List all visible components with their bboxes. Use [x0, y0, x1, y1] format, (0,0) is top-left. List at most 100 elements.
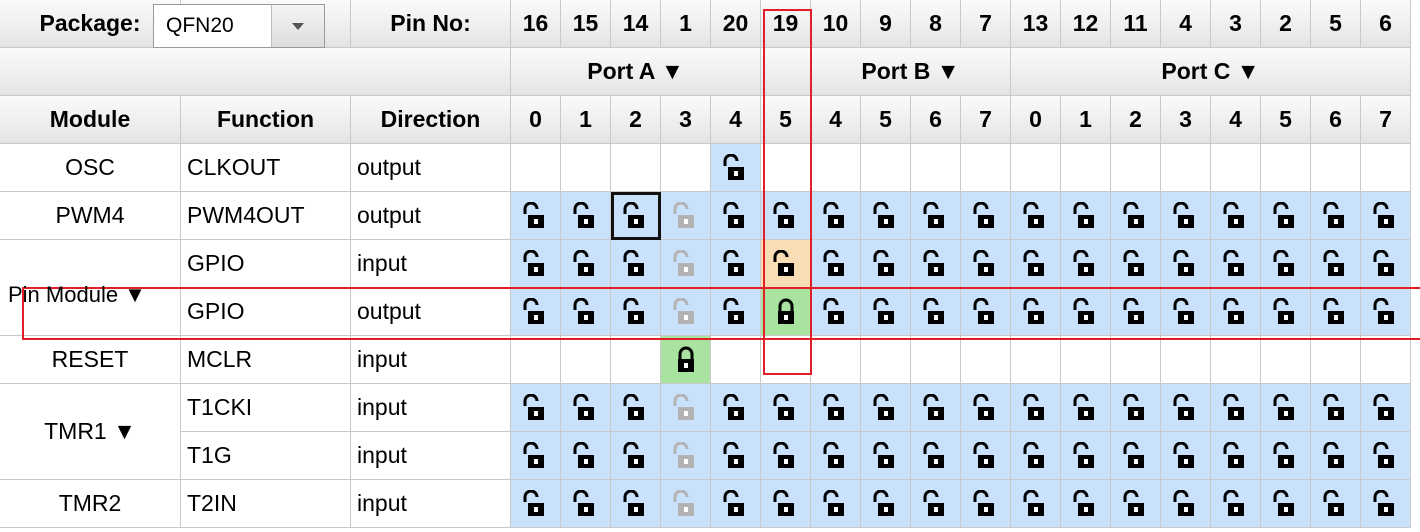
pin-lock-toggle[interactable]: [861, 384, 911, 432]
pin-lock-toggle[interactable]: [1161, 384, 1211, 432]
port-c-header[interactable]: Port C ▼: [1011, 48, 1411, 96]
pin-lock-toggle[interactable]: [561, 240, 611, 288]
pin-lock-toggle[interactable]: [761, 432, 811, 480]
pin-lock-toggle[interactable]: [811, 384, 861, 432]
package-dropdown-button[interactable]: [272, 5, 324, 47]
pin-lock-toggle[interactable]: [911, 432, 961, 480]
pin-module-group-label[interactable]: Pin Module ▼: [8, 282, 146, 308]
pin-lock-toggle[interactable]: [1011, 192, 1061, 240]
pin-lock-toggle[interactable]: [561, 192, 611, 240]
pin-lock-toggle[interactable]: [1161, 192, 1211, 240]
pin-lock-toggle[interactable]: [1111, 288, 1161, 336]
pin-lock-toggle[interactable]: [711, 480, 761, 528]
pin-lock-toggle[interactable]: [1211, 432, 1261, 480]
pin-lock-toggle[interactable]: [661, 432, 711, 480]
pin-lock-toggle[interactable]: [1311, 288, 1361, 336]
pin-lock-toggle[interactable]: [1311, 384, 1361, 432]
pin-lock-toggle[interactable]: [761, 192, 811, 240]
pin-lock-toggle[interactable]: [761, 240, 811, 288]
pin-lock-toggle[interactable]: [611, 192, 661, 240]
pin-lock-toggle[interactable]: [911, 288, 961, 336]
pin-lock-toggle[interactable]: [961, 480, 1011, 528]
pin-lock-toggle[interactable]: [811, 192, 861, 240]
pin-lock-toggle[interactable]: [861, 288, 911, 336]
pin-lock-toggle[interactable]: [1061, 480, 1111, 528]
pin-lock-toggle[interactable]: [1111, 240, 1161, 288]
pin-lock-toggle[interactable]: [1261, 480, 1311, 528]
pin-lock-toggle[interactable]: [611, 288, 661, 336]
pin-lock-toggle[interactable]: [911, 240, 961, 288]
port-b-header[interactable]: Port B ▼: [811, 48, 1011, 96]
pin-lock-toggle[interactable]: [1011, 480, 1061, 528]
pin-lock-toggle[interactable]: [1311, 240, 1361, 288]
pin-lock-toggle[interactable]: [511, 288, 561, 336]
pin-lock-toggle[interactable]: [711, 240, 761, 288]
pin-lock-toggle[interactable]: [711, 144, 761, 192]
pin-lock-toggle[interactable]: [911, 480, 961, 528]
port-a-header[interactable]: Port A ▼: [511, 48, 761, 96]
pin-lock-toggle[interactable]: [611, 240, 661, 288]
pin-lock-toggle[interactable]: [511, 384, 561, 432]
pin-lock-toggle[interactable]: [1211, 384, 1261, 432]
pin-lock-toggle[interactable]: [511, 240, 561, 288]
pin-lock-toggle[interactable]: [561, 384, 611, 432]
pin-lock-toggle[interactable]: [961, 432, 1011, 480]
pin-lock-toggle[interactable]: [1261, 240, 1311, 288]
pin-lock-toggle[interactable]: [911, 192, 961, 240]
pin-lock-toggle[interactable]: [661, 192, 711, 240]
pin-lock-toggle[interactable]: [1161, 288, 1211, 336]
pin-lock-toggle[interactable]: [1211, 192, 1261, 240]
pin-lock-toggle[interactable]: [711, 384, 761, 432]
pin-lock-toggle[interactable]: [561, 288, 611, 336]
pin-lock-toggle[interactable]: [1011, 240, 1061, 288]
pin-lock-toggle[interactable]: [1211, 480, 1261, 528]
pin-lock-toggle[interactable]: [511, 192, 561, 240]
pin-lock-toggle[interactable]: [811, 432, 861, 480]
pin-lock-toggle[interactable]: [1161, 240, 1211, 288]
pin-lock-toggle[interactable]: [1161, 432, 1211, 480]
pin-lock-toggle[interactable]: [1061, 192, 1111, 240]
pin-lock-toggle[interactable]: [661, 384, 711, 432]
pin-lock-toggle[interactable]: [1361, 384, 1411, 432]
pin-lock-toggle[interactable]: [1061, 432, 1111, 480]
pin-lock-toggle[interactable]: [1311, 192, 1361, 240]
pin-lock-toggle[interactable]: [661, 480, 711, 528]
pin-lock-toggle[interactable]: [761, 480, 811, 528]
pin-lock-toggle[interactable]: [511, 432, 561, 480]
pin-lock-toggle[interactable]: [1061, 240, 1111, 288]
pin-lock-toggle[interactable]: [861, 192, 911, 240]
pin-lock-toggle[interactable]: [1061, 288, 1111, 336]
pin-lock-toggle[interactable]: [661, 288, 711, 336]
pin-lock-toggle[interactable]: [1111, 384, 1161, 432]
pin-lock-toggle[interactable]: [761, 288, 811, 336]
pin-lock-toggle[interactable]: [661, 240, 711, 288]
pin-lock-toggle[interactable]: [561, 432, 611, 480]
pin-lock-toggle[interactable]: [1211, 240, 1261, 288]
pin-lock-toggle[interactable]: [1261, 288, 1311, 336]
pin-lock-toggle[interactable]: [861, 480, 911, 528]
pin-lock-toggle[interactable]: [961, 192, 1011, 240]
pin-lock-toggle[interactable]: [861, 432, 911, 480]
pin-lock-toggle[interactable]: [561, 480, 611, 528]
pin-lock-toggle[interactable]: [1361, 432, 1411, 480]
pin-lock-toggle[interactable]: [911, 384, 961, 432]
pin-lock-toggle[interactable]: [1111, 480, 1161, 528]
pin-lock-toggle[interactable]: [1261, 432, 1311, 480]
pin-lock-toggle[interactable]: [861, 240, 911, 288]
pin-lock-toggle[interactable]: [611, 384, 661, 432]
pin-lock-toggle[interactable]: [811, 240, 861, 288]
pin-lock-toggle[interactable]: [1311, 480, 1361, 528]
pin-lock-toggle[interactable]: [611, 432, 661, 480]
pin-lock-toggle[interactable]: [1061, 384, 1111, 432]
pin-lock-toggle[interactable]: [1111, 192, 1161, 240]
pin-lock-toggle[interactable]: [1111, 432, 1161, 480]
pin-lock-toggle[interactable]: [1361, 288, 1411, 336]
pin-lock-toggle[interactable]: [1361, 192, 1411, 240]
pin-lock-toggle[interactable]: [1011, 432, 1061, 480]
pin-lock-toggle[interactable]: [711, 288, 761, 336]
pin-lock-toggle[interactable]: [1311, 432, 1361, 480]
pin-lock-toggle[interactable]: [811, 288, 861, 336]
pin-lock-toggle[interactable]: [711, 432, 761, 480]
pin-lock-toggle[interactable]: [961, 288, 1011, 336]
pin-lock-toggle[interactable]: [1261, 384, 1311, 432]
